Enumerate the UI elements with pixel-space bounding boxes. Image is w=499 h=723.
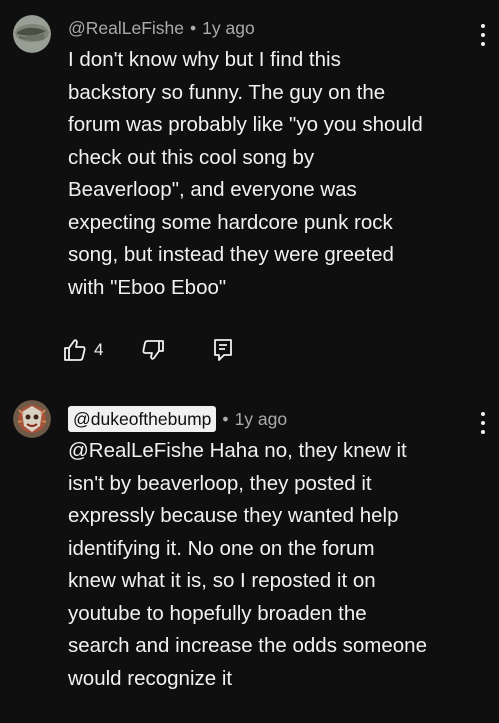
- like-button[interactable]: 4: [62, 338, 103, 362]
- thumbs-down-icon: [142, 340, 165, 360]
- author-handle[interactable]: @dukeofthebump: [68, 406, 217, 432]
- author-handle[interactable]: @RealLeFishe: [68, 18, 184, 39]
- comment-line: forum was probably like "yo you should: [68, 113, 423, 136]
- comment-meta: @dukeofthebump • 1y ago: [68, 406, 287, 432]
- avatar[interactable]: [13, 400, 51, 438]
- dislike-button[interactable]: [140, 338, 166, 362]
- comment-line: expressly because they wanted help: [68, 504, 399, 527]
- comment-line: @RealLeFishe Haha no, they knew it: [68, 439, 407, 462]
- fish-avatar-image: [13, 15, 51, 53]
- avatar[interactable]: [13, 15, 51, 53]
- comment-line: youtube to hopefully broaden the: [68, 601, 367, 625]
- reply-icon: [214, 339, 233, 361]
- comment-time[interactable]: 1y ago: [235, 409, 288, 430]
- comment-line: check out this cool song by: [68, 145, 315, 169]
- comment-line: song, but instead they were greeted: [68, 243, 394, 266]
- comment-line: expecting some hardcore punk rock: [68, 210, 393, 234]
- more-vertical-icon[interactable]: [478, 412, 488, 434]
- comment-text: @RealLeFishe Haha no, they knew it isn't…: [68, 435, 478, 695]
- like-count: 4: [94, 340, 104, 359]
- comment: @dukeofthebump • 1y ago @RealLeFishe Hah…: [0, 380, 499, 723]
- comment-actions: 4: [62, 335, 235, 365]
- comment-line: isn't by beaverloop, they posted it: [68, 471, 372, 495]
- comment: @RealLeFishe • 1y ago I don't know why b…: [0, 0, 499, 380]
- comment-line: backstory so funny. The guy on the: [68, 80, 386, 104]
- comment-line: would recognize it: [68, 666, 233, 690]
- comment-line: I don't know why but I find this: [68, 48, 341, 71]
- comment-line: with "Eboo Eboo": [68, 275, 227, 299]
- reply-button[interactable]: [211, 337, 235, 363]
- more-vertical-icon[interactable]: [478, 24, 488, 46]
- mask-avatar-image: [13, 400, 51, 438]
- comment-text: I don't know why but I find this backsto…: [68, 44, 478, 304]
- thumbs-up-icon: [64, 339, 86, 361]
- comment-line: identifying it. No one on the forum: [68, 536, 375, 560]
- meta-separator: •: [190, 18, 197, 38]
- comment-line: Beaverloop", and everyone was: [68, 178, 357, 201]
- comment-line: knew what it is, so I reposted it on: [68, 569, 376, 592]
- meta-separator: •: [222, 408, 229, 429]
- comment-line: search and increase the odds someone: [68, 634, 427, 657]
- comment-meta: @RealLeFishe • 1y ago: [68, 18, 255, 39]
- comment-time[interactable]: 1y ago: [202, 18, 255, 39]
